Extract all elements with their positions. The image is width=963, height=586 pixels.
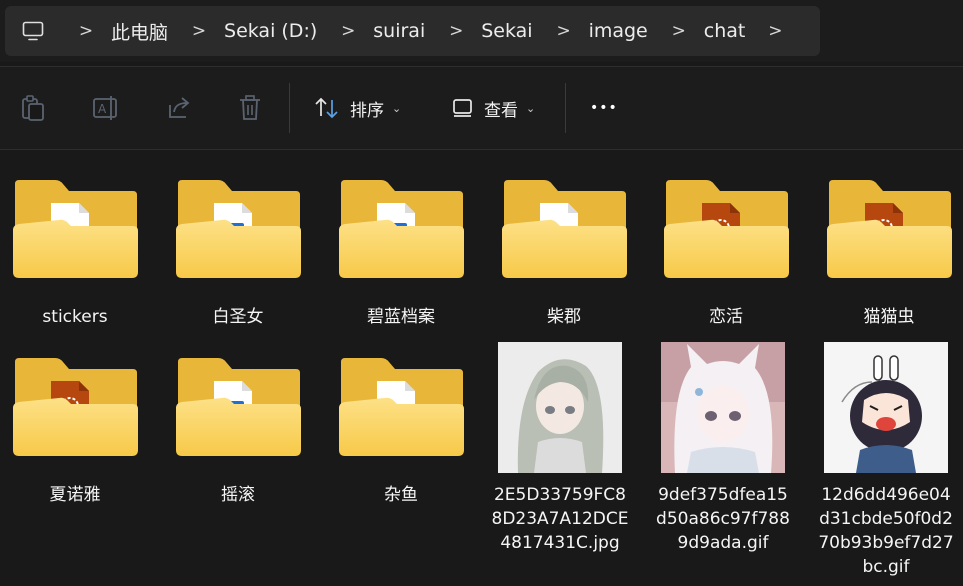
chevron-right-icon[interactable]: > bbox=[751, 21, 799, 41]
folder-icon bbox=[337, 356, 465, 456]
folder-item[interactable]: 夏诺雅 bbox=[0, 356, 150, 507]
copy-icon bbox=[22, 95, 44, 121]
folder-icon bbox=[500, 178, 628, 278]
folder-item[interactable]: 白圣女 bbox=[163, 178, 313, 329]
more-options-button[interactable]: ••• bbox=[590, 91, 618, 125]
command-bar: A 排序 ⌄ 查看 ⌄ ••• bbox=[0, 66, 963, 150]
folder-item[interactable]: 柴郡 bbox=[489, 178, 639, 329]
item-name: 夏诺雅 bbox=[49, 485, 101, 505]
item-name: stickers bbox=[42, 307, 108, 327]
folder-item[interactable]: 杂鱼 bbox=[326, 356, 476, 507]
view-label: 查看 bbox=[484, 100, 518, 121]
item-name: 碧蓝档案 bbox=[367, 307, 435, 327]
breadcrumb: > 此电脑 > Sekai (D:) > suirai > Sekai > im… bbox=[61, 18, 799, 45]
sort-label: 排序 bbox=[350, 100, 384, 121]
crumb-label[interactable]: image bbox=[589, 20, 654, 42]
item-name: 12d6dd496e04d31cbde50f0d270b93b9ef7d27bc… bbox=[818, 485, 954, 577]
view-icon bbox=[453, 99, 472, 117]
monitor-icon[interactable] bbox=[5, 21, 61, 41]
folder-icon bbox=[337, 178, 465, 278]
item-name: 柴郡 bbox=[547, 307, 581, 327]
image-file-item[interactable]: 12d6dd496e04d31cbde50f0d270b93b9ef7d27bc… bbox=[811, 342, 961, 579]
folder-item[interactable]: 猫猫虫 bbox=[814, 178, 963, 329]
image-thumbnail bbox=[661, 342, 785, 473]
chevron-right-icon[interactable]: > bbox=[654, 21, 704, 41]
image-file-item[interactable]: 9def375dfea15d50a86c97f7889d9ada.gif bbox=[648, 342, 798, 555]
folder-item[interactable]: 恋活 bbox=[651, 178, 801, 329]
crumb-sekai[interactable]: > Sekai bbox=[431, 20, 538, 42]
sort-icon bbox=[315, 97, 338, 119]
sort-button[interactable]: 排序 ⌄ bbox=[314, 91, 401, 125]
trash-icon bbox=[240, 95, 260, 120]
chevron-right-icon[interactable]: > bbox=[431, 21, 481, 41]
crumb-pc[interactable]: > 此电脑 bbox=[61, 18, 174, 45]
chevron-down-icon: ⌄ bbox=[392, 101, 402, 115]
folder-icon bbox=[662, 178, 790, 278]
folder-icon bbox=[174, 356, 302, 456]
folder-item[interactable]: 碧蓝档案 bbox=[326, 178, 476, 329]
view-button[interactable]: 查看 ⌄ bbox=[452, 91, 535, 125]
delete-button[interactable] bbox=[237, 91, 263, 125]
folder-item[interactable]: 摇滚 bbox=[163, 356, 313, 507]
chevron-right-icon[interactable]: > bbox=[539, 21, 589, 41]
item-name: 9def375dfea15d50a86c97f7889d9ada.gif bbox=[656, 485, 790, 553]
image-file-item[interactable]: 2E5D33759FC88D23A7A12DCE4817431C.jpg bbox=[485, 342, 635, 555]
crumb-label[interactable]: chat bbox=[704, 20, 752, 42]
toolbar-divider bbox=[289, 83, 290, 133]
folder-icon bbox=[11, 356, 139, 456]
item-name: 白圣女 bbox=[212, 307, 264, 327]
folder-item[interactable]: stickers bbox=[0, 178, 150, 329]
item-name: 摇滚 bbox=[221, 485, 255, 505]
crumb-label[interactable]: Sekai (D:) bbox=[224, 20, 323, 42]
more-icon: ••• bbox=[590, 100, 618, 116]
crumb-chat[interactable]: > chat bbox=[654, 20, 752, 42]
crumb-drive[interactable]: > Sekai (D:) bbox=[174, 20, 323, 42]
address-bar-region: > 此电脑 > Sekai (D:) > suirai > Sekai > im… bbox=[0, 0, 963, 62]
item-name: 猫猫虫 bbox=[863, 307, 915, 327]
rename-button[interactable]: A bbox=[92, 91, 120, 125]
image-thumbnail bbox=[498, 342, 622, 473]
crumb-label[interactable]: 此电脑 bbox=[111, 18, 174, 45]
chevron-right-icon[interactable]: > bbox=[323, 21, 373, 41]
chevron-right-icon[interactable]: > bbox=[61, 21, 111, 41]
chevron-down-icon: ⌄ bbox=[526, 101, 536, 115]
crumb-label[interactable]: Sekai bbox=[481, 20, 538, 42]
svg-text:A: A bbox=[98, 102, 107, 116]
chevron-right-icon[interactable]: > bbox=[174, 21, 224, 41]
copy-button[interactable] bbox=[20, 91, 46, 125]
image-thumbnail bbox=[824, 342, 948, 473]
share-icon bbox=[169, 97, 190, 118]
item-name: 2E5D33759FC88D23A7A12DCE4817431C.jpg bbox=[491, 485, 629, 553]
rename-icon: A bbox=[93, 96, 117, 120]
item-name: 恋活 bbox=[709, 307, 743, 327]
crumb-suirai[interactable]: > suirai bbox=[323, 20, 431, 42]
toolbar-divider bbox=[565, 83, 566, 133]
address-bar[interactable]: > 此电脑 > Sekai (D:) > suirai > Sekai > im… bbox=[5, 6, 820, 56]
folder-icon bbox=[11, 178, 139, 278]
item-name: 杂鱼 bbox=[384, 485, 418, 505]
folder-icon bbox=[174, 178, 302, 278]
share-button[interactable] bbox=[166, 91, 192, 125]
crumb-image[interactable]: > image bbox=[539, 20, 654, 42]
folder-icon bbox=[825, 178, 953, 278]
crumb-label[interactable]: suirai bbox=[373, 20, 431, 42]
